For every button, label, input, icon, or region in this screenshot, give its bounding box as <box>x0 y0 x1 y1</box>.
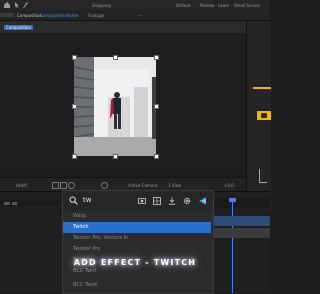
transform-handle[interactable] <box>113 154 118 159</box>
effect-item-bcc-twist[interactable]: BCC Twist <box>63 280 211 291</box>
lock-icon[interactable] <box>261 113 267 118</box>
default-workspace[interactable]: Default <box>176 3 191 8</box>
color-channel-icon[interactable] <box>68 182 75 189</box>
transform-handle[interactable] <box>154 154 159 159</box>
comp-header: Composition <box>0 21 246 33</box>
breadcrumb[interactable]: Composition <box>4 25 33 30</box>
selection-tool-icon[interactable] <box>13 1 21 9</box>
transform-handle[interactable] <box>113 55 118 60</box>
layer-bar[interactable] <box>212 228 270 238</box>
transform-handle[interactable] <box>154 104 159 109</box>
settings-icon[interactable] <box>183 197 191 205</box>
view-dropdown[interactable]: 1 View <box>168 183 181 188</box>
camera-dropdown[interactable]: Active Camera <box>128 183 157 188</box>
effect-item-twixtor-pro[interactable]: Twixtor Pro <box>63 244 211 255</box>
region-icon[interactable] <box>60 182 67 189</box>
search-input[interactable]: tw <box>83 196 91 204</box>
graph-icon <box>259 169 267 183</box>
search-row: tw <box>63 191 213 211</box>
camera-icon[interactable] <box>138 197 146 204</box>
composition-tab[interactable]: Composition <box>17 13 42 18</box>
snapping-label[interactable]: Snapping <box>92 3 111 8</box>
playhead-handle[interactable] <box>229 198 236 202</box>
solo-icon[interactable] <box>12 202 17 205</box>
home-icon[interactable] <box>3 1 11 9</box>
playhead[interactable] <box>232 200 233 293</box>
snapshot-icon[interactable] <box>101 182 108 189</box>
transform-handle[interactable] <box>72 104 77 109</box>
transform-handle[interactable] <box>154 55 159 60</box>
small-screen-workspace[interactable]: Small Screen <box>234 3 260 8</box>
download-icon[interactable] <box>168 197 176 205</box>
footage-tab[interactable]: Footage <box>88 13 104 18</box>
zoom-dropdown[interactable]: (Half) <box>16 183 27 188</box>
pen-tool-icon[interactable] <box>21 1 29 9</box>
time-ruler[interactable] <box>212 198 270 208</box>
panel-header: Composition Composition Name Footage — <box>0 10 270 21</box>
effect-item-twixtor-pro-vectors[interactable]: Twixtor Pro, Vectors In <box>63 233 211 244</box>
yellow-marker <box>253 87 271 89</box>
review-workspace[interactable]: Review <box>200 3 214 8</box>
eye-icon[interactable] <box>4 202 10 205</box>
plugin-logo-icon[interactable] <box>198 196 207 206</box>
grid-view-icon[interactable] <box>153 197 161 205</box>
footage-frame <box>73 57 156 156</box>
transform-handle[interactable] <box>72 55 77 60</box>
right-panel <box>246 21 271 213</box>
composition-name[interactable]: Composition Name <box>40 13 78 18</box>
panel-menu-icon[interactable] <box>0 13 14 17</box>
layer-bar[interactable] <box>212 216 270 226</box>
effect-caption: ADD EFFECT - TWITCH <box>73 258 197 267</box>
effects-search-panel: tw Warp Twitch Twixtor Pro, Vectors In T… <box>62 190 214 294</box>
effect-item-warp[interactable]: Warp <box>63 211 211 222</box>
transform-handle[interactable] <box>72 154 77 159</box>
grid-icon[interactable] <box>52 182 59 189</box>
learn-workspace[interactable]: Learn <box>218 3 229 8</box>
effect-item-bcc-twirl[interactable]: BCC Twirl <box>63 266 211 277</box>
footage-preview[interactable] <box>72 55 159 159</box>
footage-name: — <box>138 13 142 18</box>
toolbar: Snapping Default Review Learn Small Scre… <box>0 0 270 10</box>
exposure-value[interactable]: +0.0 <box>224 183 234 188</box>
effect-item-twitch[interactable]: Twitch <box>63 222 211 233</box>
search-icon <box>69 196 78 205</box>
